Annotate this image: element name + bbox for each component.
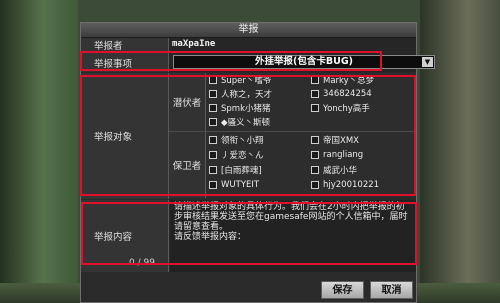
content-text: 请描述举报对象的具体行为。我们会在2小时内把举报的初步审核结果发送至您在game… bbox=[174, 202, 408, 242]
lurker-name: Marky丶总梦 bbox=[323, 76, 375, 86]
checkbox-icon[interactable] bbox=[311, 104, 319, 112]
lurkers-group: 潜伏者 Super丶嗜爷 Marky丶总梦 人称之，天才 346824254 S… bbox=[169, 73, 416, 132]
lurker-name: ◆骚义丶斯顿 bbox=[221, 118, 271, 128]
checkbox-icon[interactable] bbox=[209, 136, 217, 144]
lurker-option[interactable]: Marky丶总梦 bbox=[311, 74, 374, 86]
checkbox-icon[interactable] bbox=[311, 136, 319, 144]
checkbox-icon[interactable] bbox=[209, 166, 217, 174]
checkbox-icon[interactable] bbox=[209, 90, 217, 98]
checkbox-icon[interactable] bbox=[311, 90, 319, 98]
defender-name: 领衔丶小翔 bbox=[221, 136, 264, 146]
lurker-option[interactable]: Super丶嗜爷 bbox=[209, 74, 271, 86]
lurker-option[interactable]: Yonchy高手 bbox=[311, 102, 370, 114]
defender-option[interactable]: hjy20010221 bbox=[311, 179, 379, 191]
defender-name: 帝国XMX bbox=[323, 136, 359, 146]
checkbox-icon[interactable] bbox=[209, 104, 217, 112]
lurker-option[interactable]: 人称之，天才 bbox=[209, 88, 272, 100]
defender-option[interactable]: 领衔丶小翔 bbox=[209, 134, 264, 146]
lurker-option[interactable]: Spmk小猪猪 bbox=[209, 102, 271, 114]
game-background-right bbox=[420, 0, 500, 303]
lurkers-label: 潜伏者 bbox=[169, 73, 206, 131]
lurker-name: Yonchy高手 bbox=[323, 104, 370, 114]
defender-option[interactable]: WUTYEIT bbox=[209, 179, 259, 191]
checkbox-icon[interactable] bbox=[311, 151, 319, 159]
content-label: 举报内容 bbox=[81, 200, 169, 272]
reporter-label: 举报者 bbox=[81, 38, 169, 52]
defender-name: 丿爱恋丶ん bbox=[221, 151, 264, 161]
lurker-name: 人称之，天才 bbox=[221, 90, 273, 100]
lurker-name: 346824254 bbox=[323, 89, 372, 99]
lurker-option[interactable]: 346824254 bbox=[311, 88, 372, 100]
checkbox-icon[interactable] bbox=[311, 76, 319, 84]
checkbox-icon[interactable] bbox=[311, 181, 319, 189]
char-counter: 0 / 99 bbox=[129, 258, 155, 268]
report-dialog: 举报 举报者 maXpaIne 举报事项 外挂举报(包含卡BUG) ▼ 举报对象… bbox=[80, 22, 435, 303]
defender-name: hjy20010221 bbox=[323, 180, 380, 190]
dialog-title: 举报 bbox=[81, 23, 416, 38]
chevron-down-icon[interactable]: ▼ bbox=[422, 57, 433, 67]
category-label: 举报事项 bbox=[81, 53, 169, 72]
lurker-name: Spmk小猪猪 bbox=[221, 104, 271, 114]
defender-name: WUTYEIT bbox=[221, 180, 260, 190]
defenders-label: 保卫者 bbox=[169, 132, 206, 198]
content-textarea[interactable]: 请描述举报对象的具体行为。我们会在2小时内把举报的初步审核结果发送至您在game… bbox=[170, 200, 416, 272]
defender-option[interactable]: rangliang bbox=[311, 149, 363, 161]
game-background-left bbox=[0, 0, 78, 303]
category-selected-value: 外挂举报(包含卡BUG) bbox=[255, 56, 353, 67]
checkbox-icon[interactable] bbox=[209, 151, 217, 159]
defenders-group: 保卫者 领衔丶小翔 帝国XMX 丿爱恋丶ん rangliang [白雨葬魂] 威… bbox=[169, 132, 416, 198]
checkbox-icon[interactable] bbox=[311, 166, 319, 174]
save-button[interactable]: 保存 bbox=[321, 281, 364, 299]
defender-option[interactable]: 帝国XMX bbox=[311, 134, 359, 146]
defender-name: 威武小华 bbox=[323, 166, 358, 176]
content-row: 举报内容 0 / 99 请描述举报对象的具体行为。我们会在2小时内把举报的初步审… bbox=[81, 200, 416, 272]
category-row: 举报事项 外挂举报(包含卡BUG) ▼ bbox=[81, 53, 435, 72]
defender-option[interactable]: 丿爱恋丶ん bbox=[209, 149, 264, 161]
target-row: 举报对象 潜伏者 Super丶嗜爷 Marky丶总梦 人称之，天才 346824… bbox=[81, 73, 416, 199]
target-label: 举报对象 bbox=[81, 73, 169, 199]
defender-name: [白雨葬魂] bbox=[221, 166, 262, 176]
checkbox-icon[interactable] bbox=[209, 181, 217, 189]
checkbox-icon[interactable] bbox=[209, 76, 217, 84]
checkbox-icon[interactable] bbox=[209, 118, 217, 126]
defender-option[interactable]: 威武小华 bbox=[311, 164, 357, 176]
reporter-value: maXpaIne bbox=[169, 38, 416, 52]
lurker-option[interactable]: ◆骚义丶斯顿 bbox=[209, 116, 270, 128]
lurker-name: Super丶嗜爷 bbox=[221, 76, 272, 86]
reporter-row: 举报者 maXpaIne bbox=[81, 38, 416, 52]
category-dropdown[interactable]: 外挂举报(包含卡BUG) ▼ bbox=[173, 55, 435, 69]
defender-option[interactable]: [白雨葬魂] bbox=[209, 164, 262, 176]
cancel-button[interactable]: 取消 bbox=[370, 281, 413, 299]
defender-name: rangliang bbox=[323, 150, 364, 160]
